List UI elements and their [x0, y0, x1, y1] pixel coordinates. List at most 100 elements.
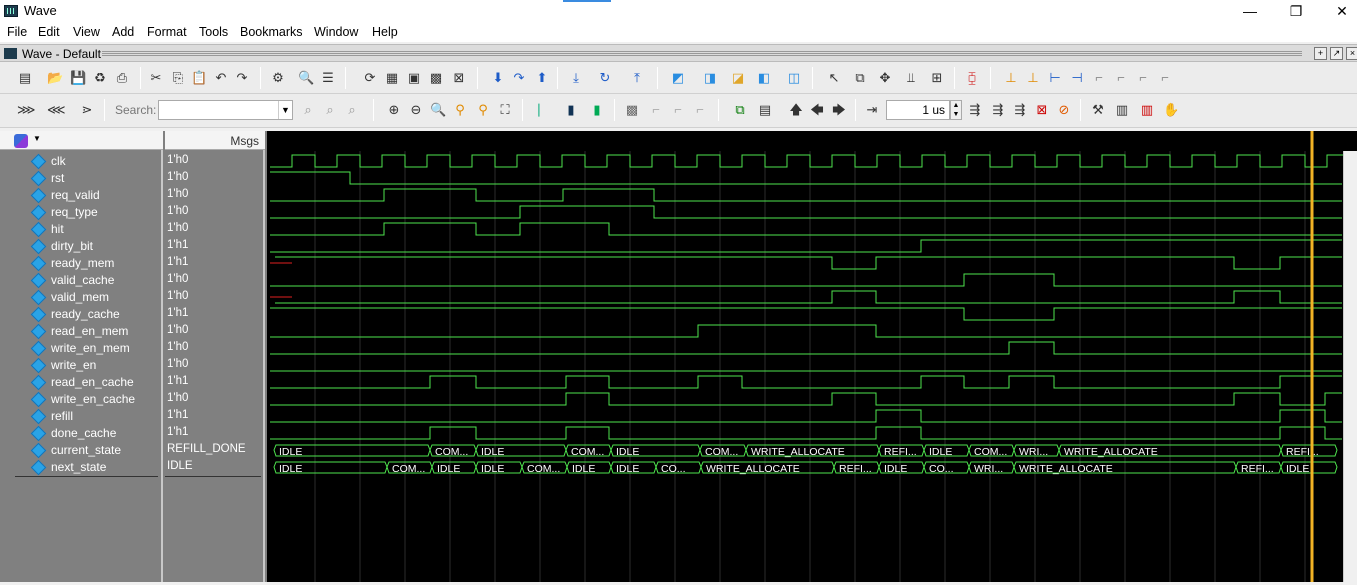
signal-row[interactable]: write_en_mem	[0, 340, 163, 357]
save-icon[interactable]: 💾	[70, 70, 86, 86]
signal-row[interactable]: valid_cache	[0, 272, 163, 289]
bookmark-icon[interactable]: ◪	[730, 70, 746, 86]
continue-icon[interactable]: ↻	[597, 70, 613, 86]
zoom-out-icon[interactable]: ⊖	[408, 102, 424, 118]
edge-icon-3[interactable]: ⌐	[1135, 70, 1151, 86]
signal-row[interactable]: current_state	[0, 442, 163, 459]
maximize-button[interactable]: ❐	[1273, 0, 1319, 22]
memory-icon[interactable]: ▥	[1114, 102, 1130, 118]
wave-edge-1-icon[interactable]: ⌐	[648, 102, 664, 118]
run-length-input[interactable]: 1 us	[886, 100, 950, 120]
menu-view[interactable]: View	[73, 25, 100, 39]
prev-edge-icon[interactable]: ⊢	[1047, 70, 1063, 86]
step-into-icon[interactable]: ⬇	[490, 70, 506, 86]
profile-icon[interactable]: ▥	[1139, 102, 1155, 118]
select-icon[interactable]: ↖	[826, 70, 842, 86]
compile-icon[interactable]: ⟳	[362, 70, 378, 86]
collapse-icon[interactable]: ⋘	[47, 102, 66, 118]
edit-wave-icon[interactable]: ⊞	[929, 70, 945, 86]
signal-row[interactable]: write_en	[0, 357, 163, 374]
undock-icon[interactable]: ↗	[1330, 47, 1343, 60]
break-run-icon[interactable]: ⊠	[1034, 102, 1050, 118]
dataflow-icon[interactable]: ◫	[786, 70, 802, 86]
wave-fill-icon[interactable]: ▩	[624, 102, 640, 118]
signal-row[interactable]: req_valid	[0, 187, 163, 204]
menu-window[interactable]: Window	[314, 25, 358, 39]
signal-row[interactable]: rst	[0, 170, 163, 187]
menu-file[interactable]: File	[7, 25, 27, 39]
zoom-full-icon[interactable]: 🔍	[430, 102, 446, 118]
cut-icon[interactable]: ✂	[148, 70, 164, 86]
waveform-area[interactable]: IDLE COM... IDLE COM... IDLE COM... WRITE_ALLO…	[267, 131, 1357, 582]
close-button[interactable]: ✕	[1319, 0, 1357, 22]
signal-row[interactable]: ready_cache	[0, 306, 163, 323]
signal-row[interactable]: done_cache	[0, 425, 163, 442]
zoom-cursor-icon[interactable]: ⚲	[452, 102, 468, 118]
print-icon[interactable]: ⎙	[114, 70, 130, 86]
menu-format[interactable]: Format	[147, 25, 187, 39]
menu-bookmarks[interactable]: Bookmarks	[240, 25, 303, 39]
drag-grip[interactable]	[102, 51, 1302, 56]
stop-icon[interactable]: ⊠	[451, 70, 467, 86]
menu-edit[interactable]: Edit	[38, 25, 60, 39]
search-input[interactable]: ▼	[158, 100, 293, 120]
tools-icon[interactable]: ⚒	[1090, 102, 1106, 118]
list-icon[interactable]: ☰	[320, 70, 336, 86]
edge-icon-1[interactable]: ⌐	[1091, 70, 1107, 86]
up-arrow-icon[interactable]: 🡅	[788, 102, 804, 118]
run-all-icon[interactable]: ⤒	[629, 70, 645, 86]
run-time-icon[interactable]: ⇥	[864, 102, 880, 118]
signal-row[interactable]: clk	[0, 153, 163, 170]
open-icon[interactable]: 📂	[47, 70, 63, 86]
search-dropdown-icon[interactable]: ▼	[278, 101, 292, 119]
zoom-fit-icon[interactable]: ⛶	[497, 102, 513, 118]
run-all-icon-2[interactable]: ⇶	[1012, 102, 1028, 118]
search-prev-icon[interactable]: ⌕	[300, 102, 316, 118]
menu-add[interactable]: Add	[112, 25, 134, 39]
signal-row[interactable]: read_en_cache	[0, 374, 163, 391]
new-icon[interactable]: ▤	[17, 70, 33, 86]
add-wave-icon[interactable]: ◩	[670, 70, 686, 86]
find-icon[interactable]: 🔍	[298, 70, 314, 86]
transition-icon[interactable]: ⧮	[964, 70, 980, 86]
restart-icon[interactable]: ⧉	[732, 102, 748, 118]
signal-row[interactable]: valid_mem	[0, 289, 163, 306]
right-arrow-icon[interactable]: 🡆	[831, 102, 847, 118]
zoom-in-icon[interactable]: ⊕	[386, 102, 402, 118]
paste-icon[interactable]: 📋	[191, 70, 207, 86]
wave-style-1-icon[interactable]: ⎸	[537, 102, 553, 118]
delete-cursor-icon[interactable]: ⊥	[1025, 70, 1041, 86]
search-options-icon[interactable]: ⌕	[344, 102, 360, 118]
break-icon[interactable]: ▩	[428, 70, 444, 86]
copy-icon[interactable]: ⎘	[170, 70, 186, 86]
signal-row[interactable]: dirty_bit	[0, 238, 163, 255]
reload-icon[interactable]: ♻	[92, 70, 108, 86]
wave-style-3-icon[interactable]: ▮	[589, 102, 605, 118]
gear-icon[interactable]: ⚙	[270, 70, 286, 86]
wave-edge-3-icon[interactable]: ⌐	[692, 102, 708, 118]
cursor-icon[interactable]: ⫫	[903, 70, 919, 86]
add-list-icon[interactable]: ◨	[702, 70, 718, 86]
run-length-icon[interactable]: ▤	[757, 102, 773, 118]
wave-edge-2-icon[interactable]: ⌐	[670, 102, 686, 118]
minimize-button[interactable]: —	[1227, 0, 1273, 22]
dock-icon[interactable]: +	[1314, 47, 1327, 60]
signal-row[interactable]: hit	[0, 221, 163, 238]
chevron-down-icon[interactable]: ▼	[33, 134, 41, 143]
signal-row[interactable]: ready_mem	[0, 255, 163, 272]
continue-run-icon[interactable]: ⇶	[990, 102, 1006, 118]
zoom-range-icon[interactable]: ⚲	[475, 102, 491, 118]
compile-all-icon[interactable]: ▦	[384, 70, 400, 86]
wave-style-2-icon[interactable]: ▮	[563, 102, 579, 118]
simulate-icon[interactable]: ▣	[406, 70, 422, 86]
signal-row[interactable]: next_state	[0, 459, 163, 476]
signal-row[interactable]: refill	[0, 408, 163, 425]
menu-tools[interactable]: Tools	[199, 25, 228, 39]
menu-help[interactable]: Help	[372, 25, 398, 39]
edge-icon-4[interactable]: ⌐	[1157, 70, 1173, 86]
waveform-canvas[interactable]: IDLE COM... IDLE COM... IDLE COM... WRITE_ALLO…	[267, 131, 1357, 582]
signal-type-icon[interactable]	[14, 134, 28, 148]
signal-row[interactable]: read_en_mem	[0, 323, 163, 340]
close-pane-icon[interactable]: ×	[1346, 47, 1357, 60]
vertical-scrollbar[interactable]	[1343, 151, 1357, 582]
